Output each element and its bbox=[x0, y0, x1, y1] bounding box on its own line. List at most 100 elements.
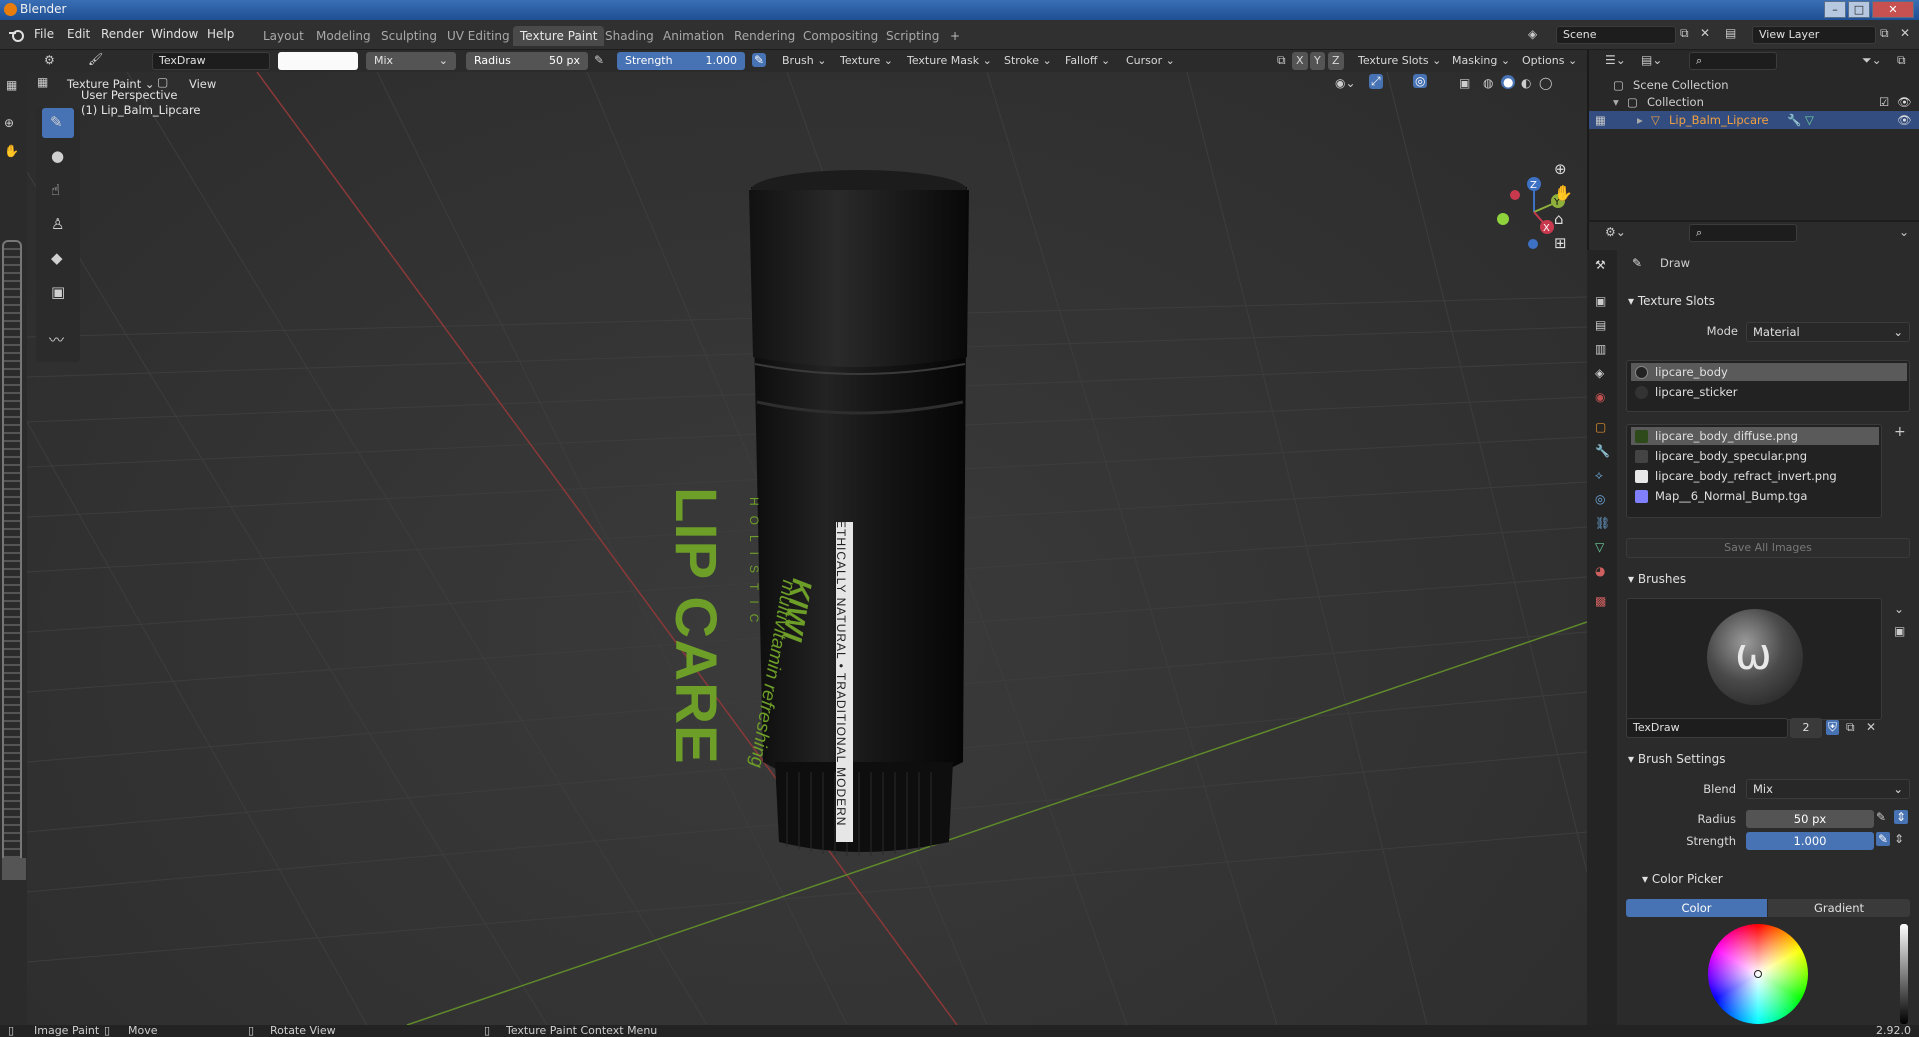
modifier-tab-icon[interactable]: 🔧 bbox=[1595, 444, 1610, 458]
outliner-row-lip-balm[interactable]: ▦ ▸ ▽ Lip_Balm_Lipcare 🔧 ▽ 👁 bbox=[1589, 111, 1919, 129]
xray-icon[interactable]: ▣ bbox=[1459, 76, 1470, 90]
scene-field[interactable]: Scene bbox=[1556, 26, 1676, 44]
strength-pressure-icon[interactable]: ✎ bbox=[1876, 832, 1891, 846]
filter-icon[interactable]: ⏷⌄ bbox=[1862, 53, 1882, 68]
outliner-search-input[interactable]: ⌕ bbox=[1689, 52, 1777, 70]
strength-pressure-icon[interactable]: ✎ bbox=[752, 53, 767, 67]
strength-slider[interactable]: Strength 1.000 bbox=[617, 52, 745, 70]
blender-menu-icon[interactable] bbox=[8, 27, 26, 43]
image-slot-item[interactable]: Map__6_Normal_Bump.tga bbox=[1631, 487, 1879, 505]
strength-field[interactable]: 1.000 bbox=[1746, 832, 1874, 850]
tab-texture-paint[interactable]: Texture Paint bbox=[513, 26, 605, 46]
new-scene-icon[interactable]: ⧉ bbox=[1680, 26, 1689, 41]
falloff-menu[interactable]: Falloff ⌄ bbox=[1061, 52, 1114, 70]
soften-tool[interactable]: ● bbox=[42, 142, 74, 172]
tab-animation[interactable]: Animation bbox=[656, 26, 731, 46]
lip-balm-model[interactable] bbox=[749, 170, 969, 856]
texture-mask-menu[interactable]: Texture Mask ⌄ bbox=[903, 52, 996, 70]
delete-scene-icon[interactable]: ✕ bbox=[1700, 26, 1710, 40]
fill-tool[interactable]: ◆ bbox=[42, 244, 74, 274]
color-wheel[interactable] bbox=[1708, 924, 1808, 1024]
duplicate-brush-icon[interactable]: ⧉ bbox=[1846, 720, 1855, 735]
texture-menu[interactable]: Texture ⌄ bbox=[836, 52, 897, 70]
mode-dropdown[interactable]: Texture Paint ⌄ bbox=[67, 77, 155, 91]
value-slider[interactable] bbox=[1900, 924, 1908, 1024]
view-menu[interactable]: View bbox=[189, 77, 216, 91]
tab-sculpting[interactable]: Sculpting bbox=[374, 26, 444, 46]
strip-handle[interactable] bbox=[2, 858, 26, 880]
color-wheel-cursor[interactable] bbox=[1754, 970, 1762, 978]
brushes-header[interactable]: ▾ Brushes bbox=[1628, 572, 1686, 586]
brush-settings-header[interactable]: ▾ Brush Settings bbox=[1628, 752, 1726, 766]
tool-settings-icon[interactable]: ⚙ bbox=[44, 53, 55, 67]
tool-tab-icon[interactable]: ⚒ bbox=[1595, 258, 1606, 272]
maximize-button[interactable]: □ bbox=[1848, 1, 1870, 18]
tab-uv-editing[interactable]: UV Editing bbox=[440, 26, 517, 46]
radius-unit-icon[interactable]: ⇕ bbox=[1894, 810, 1909, 824]
menu-file[interactable]: File bbox=[34, 27, 54, 41]
brush-list-dropdown-icon[interactable]: ⌄ bbox=[1894, 602, 1904, 616]
properties-editor-icon[interactable]: ⚙⌄ bbox=[1605, 225, 1626, 239]
material-tab-icon[interactable]: ◕ bbox=[1595, 564, 1605, 578]
options-menu[interactable]: Options ⌄ bbox=[1518, 52, 1581, 70]
outliner-editor-icon[interactable]: ☰⌄ bbox=[1605, 53, 1626, 67]
smear-tool[interactable]: ☝ bbox=[42, 176, 74, 206]
zoom-icon[interactable]: ⊕ bbox=[1554, 160, 1567, 178]
brush-preview-box[interactable]: ω bbox=[1626, 598, 1882, 720]
pan-hand-icon[interactable]: ✋ bbox=[1554, 184, 1573, 202]
mask-toggle-icon[interactable]: ▢ bbox=[157, 75, 168, 89]
image-slot-item[interactable]: lipcare_body_diffuse.png bbox=[1631, 427, 1879, 445]
tab-modeling[interactable]: Modeling bbox=[309, 26, 378, 46]
stroke-menu[interactable]: Stroke ⌄ bbox=[1000, 52, 1056, 70]
scene-icon[interactable]: ◈ bbox=[1528, 27, 1537, 41]
expand-arrow-icon[interactable]: ▾ bbox=[1613, 93, 1619, 111]
symmetry-z-toggle[interactable]: Z bbox=[1328, 52, 1344, 70]
texture-tab-icon[interactable]: ▩ bbox=[1595, 594, 1606, 608]
view-layer-field[interactable]: View Layer bbox=[1752, 26, 1876, 44]
camera-icon[interactable]: ⌂ bbox=[1554, 210, 1564, 228]
material-slot-item[interactable]: lipcare_body bbox=[1631, 363, 1907, 381]
image-editor-strip[interactable] bbox=[2, 240, 22, 880]
pin-icon[interactable]: ⌄ bbox=[1899, 225, 1909, 239]
fake-user-shield-icon[interactable]: ⛨ bbox=[1826, 720, 1840, 735]
brush-image-icon[interactable]: ▣ bbox=[1894, 624, 1905, 638]
view-icon[interactable]: ▦ bbox=[6, 78, 17, 92]
physics-tab-icon[interactable]: ◎ bbox=[1595, 492, 1605, 506]
radius-field[interactable]: 50 px bbox=[1746, 810, 1874, 828]
eye-icon[interactable]: 👁 bbox=[1897, 93, 1912, 111]
tab-shading[interactable]: Shading bbox=[598, 26, 661, 46]
annotate-tool[interactable]: 〰 bbox=[42, 324, 74, 354]
overlay-toggle-icon[interactable]: ◎ bbox=[1413, 74, 1428, 88]
tab-rendering[interactable]: Rendering bbox=[727, 26, 802, 46]
brush-color-swatch[interactable] bbox=[278, 52, 358, 70]
scene-tab-icon[interactable]: ◈ bbox=[1595, 366, 1604, 380]
pan-tool-icon[interactable]: ✋ bbox=[4, 144, 19, 158]
symmetry-x-toggle[interactable]: X bbox=[1292, 52, 1308, 70]
texture-slots-menu[interactable]: Texture Slots ⌄ bbox=[1354, 52, 1445, 70]
material-slot-item[interactable]: lipcare_sticker bbox=[1631, 383, 1907, 401]
gradient-tab[interactable]: Gradient bbox=[1768, 899, 1910, 917]
data-tab-icon[interactable]: ▽ bbox=[1595, 540, 1604, 554]
world-tab-icon[interactable]: ◉ bbox=[1595, 390, 1605, 404]
clone-tool[interactable]: ♙ bbox=[42, 210, 74, 240]
view-layer-tab-icon[interactable]: ▥ bbox=[1595, 342, 1606, 356]
outliner-row-collection[interactable]: ▾ ▢ Collection ☑ 👁 bbox=[1589, 93, 1919, 111]
gizmo-toggle-icon[interactable]: ⤢ bbox=[1369, 74, 1383, 89]
tab-scripting[interactable]: Scripting bbox=[879, 26, 946, 46]
menu-help[interactable]: Help bbox=[207, 27, 234, 41]
properties-search-input[interactable]: ⌕ bbox=[1689, 224, 1797, 242]
visibility-icon[interactable]: ◉⌄ bbox=[1335, 76, 1356, 90]
texture-slots-header[interactable]: ▾ Texture Slots bbox=[1628, 294, 1715, 308]
strength-unit-icon[interactable]: ⇕ bbox=[1894, 832, 1904, 846]
delete-view-layer-icon[interactable]: ✕ bbox=[1900, 26, 1910, 40]
image-slot-item[interactable]: lipcare_body_refract_invert.png bbox=[1631, 467, 1879, 485]
mode-dropdown[interactable]: Material ⌄ bbox=[1746, 322, 1910, 342]
expand-arrow-icon[interactable]: ▸ bbox=[1637, 111, 1643, 129]
tab-layout[interactable]: Layout bbox=[256, 26, 311, 46]
blend-mode-dropdown[interactable]: Mix ⌄ bbox=[366, 52, 456, 70]
mask-tool[interactable]: ▣ bbox=[42, 278, 74, 308]
symmetry-y-toggle[interactable]: Y bbox=[1310, 52, 1325, 70]
menu-edit[interactable]: Edit bbox=[67, 27, 90, 41]
material-shading-icon[interactable]: ◐ bbox=[1521, 76, 1531, 90]
exclude-checkbox[interactable]: ☑ bbox=[1879, 93, 1889, 111]
